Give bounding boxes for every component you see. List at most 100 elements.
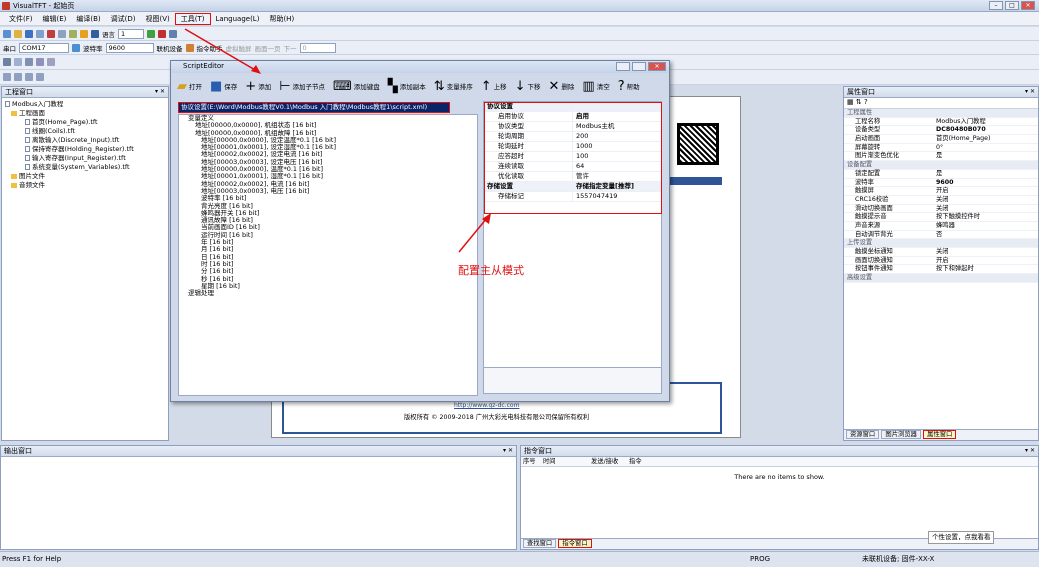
cut-icon[interactable]	[47, 29, 55, 38]
dialog-maximize-button[interactable]	[632, 62, 646, 71]
tree-item[interactable]: 首页(Home_Page).tft	[5, 118, 165, 127]
menu-tools[interactable]: 工具(T)	[174, 12, 211, 25]
property-row[interactable]: 触摸提示音 按下触摸控件时	[844, 213, 1038, 222]
menu-file[interactable]: 文件(F)	[4, 14, 38, 24]
property-row[interactable]: 声音来源 蜂鸣器	[844, 222, 1038, 231]
col-command[interactable]: 指令	[627, 457, 642, 466]
align-right-icon[interactable]	[25, 73, 33, 81]
align-center-icon[interactable]	[14, 73, 22, 81]
col-time[interactable]: 时间	[541, 457, 589, 466]
property-row[interactable]: 图片渐变色优化是	[844, 152, 1038, 162]
tab-properties[interactable]: 属性窗口	[923, 430, 957, 439]
open-button[interactable]: ▰ 打开	[174, 80, 205, 93]
copy-icon[interactable]	[58, 29, 66, 38]
tree-item[interactable]: Modbus入门教程	[5, 100, 165, 109]
property-row[interactable]: 触摸坐标通知 关闭	[844, 248, 1038, 257]
menu-build[interactable]: 编译(B)	[71, 14, 105, 24]
add-child-button[interactable]: ⊢ 添加子节点	[276, 80, 328, 93]
stop-icon[interactable]	[158, 29, 166, 38]
refresh-icon[interactable]	[72, 43, 80, 52]
pin-icon[interactable]: ▾ ✕	[155, 87, 165, 97]
pointer-icon[interactable]	[3, 58, 11, 66]
tree-node[interactable]: 逻辑处理	[182, 289, 477, 297]
tab-find[interactable]: 查找窗口	[523, 539, 557, 548]
tree-item[interactable]: 图片文件	[5, 172, 165, 181]
tree-item[interactable]: 音频文件	[5, 181, 165, 190]
script-path-node[interactable]: 协议设置(E:\Word\Modbus教程V0.1\Modbus 入门教程\Mo…	[178, 102, 450, 113]
paste-icon[interactable]	[69, 29, 77, 38]
tree-item[interactable]: 离散输入(Discrete_Input).tft	[5, 136, 165, 145]
pin-icon[interactable]: ▾ ✕	[1025, 446, 1035, 456]
tree-item[interactable]: 系统变量(System_Variables).tft	[5, 163, 165, 172]
language-select[interactable]: 1	[118, 28, 144, 39]
command-helper-button[interactable]: 指令助手	[197, 43, 223, 53]
property-row[interactable]: 高级设置	[844, 274, 1038, 283]
property-row[interactable]: 工程属性	[844, 109, 1038, 118]
align-top-icon[interactable]	[36, 73, 44, 81]
property-row[interactable]: 自动调节背光否	[844, 231, 1038, 240]
add-keyboard-button[interactable]: ⌨ 添加键盘	[330, 80, 383, 93]
help-button[interactable]: ? 帮助	[615, 80, 643, 93]
run-icon[interactable]	[147, 29, 155, 38]
tab-command[interactable]: 指令窗口	[558, 539, 592, 548]
dialog-close-button[interactable]: ✕	[648, 62, 666, 71]
col-index[interactable]: 序号	[521, 457, 541, 466]
property-row[interactable]: 设备配置	[844, 161, 1038, 170]
tree-item[interactable]: 保持寄存器(Holding_Register).tft	[5, 145, 165, 154]
minimize-button[interactable]: –	[989, 1, 1003, 10]
property-row[interactable]: 锁定配置是	[844, 170, 1038, 179]
pin-icon[interactable]: ▾ ✕	[1025, 87, 1035, 97]
tree-item[interactable]: 工程画面	[5, 109, 165, 118]
menu-language[interactable]: Language(L)	[211, 15, 265, 23]
add-copy-button[interactable]: ▚ 添加副本	[385, 80, 429, 93]
sort-az-icon[interactable]: ⇅	[856, 98, 862, 106]
menu-debug[interactable]: 调试(D)	[106, 14, 141, 24]
property-row[interactable]: 触摸屏 开启	[844, 187, 1038, 196]
property-row[interactable]: 上传设置	[844, 239, 1038, 248]
dialog-minimize-button[interactable]	[616, 62, 630, 71]
sort-variables-button[interactable]: ⇅ 变量排序	[431, 80, 476, 93]
category-view-icon[interactable]: ▦	[847, 98, 854, 106]
page-value-input[interactable]: 0	[299, 42, 336, 53]
new-icon[interactable]	[3, 29, 11, 38]
tab-image-browser[interactable]: 图片浏览器	[881, 430, 921, 439]
pin-icon[interactable]: ▾ ✕	[503, 446, 513, 456]
clear-button[interactable]: ▥ 清空	[579, 80, 612, 93]
property-row[interactable]: 滑动切换画面 关闭	[844, 205, 1038, 214]
prev-page-button[interactable]: 画面一页	[255, 43, 281, 53]
port-select[interactable]: COM17	[19, 42, 69, 53]
help-icon[interactable]: ?	[864, 98, 868, 106]
line-icon[interactable]	[14, 58, 22, 66]
property-row[interactable]: 启动画面 首页(Home_Page)	[844, 135, 1038, 144]
next-page-button[interactable]: 下一	[284, 43, 297, 53]
rect-icon[interactable]	[25, 58, 33, 66]
download-icon[interactable]	[169, 29, 177, 38]
maximize-button[interactable]: □	[1005, 1, 1019, 10]
move-up-button[interactable]: ↑ 上移	[478, 80, 510, 93]
move-down-button[interactable]: ↓ 下移	[512, 80, 544, 93]
tree-node[interactable]: 星期 [16 bit]	[182, 282, 477, 290]
lock-icon[interactable]	[80, 29, 88, 38]
open-icon[interactable]	[14, 29, 22, 38]
tree-item[interactable]: 线圈(Coils).tft	[5, 127, 165, 136]
property-row[interactable]: CRC16校验 关闭	[844, 196, 1038, 205]
circle-icon[interactable]	[36, 58, 44, 66]
property-row[interactable]: 设备类型 DC80480B070	[844, 126, 1038, 136]
tree-item[interactable]: 输入寄存器(Input_Register).tft	[5, 154, 165, 163]
close-button[interactable]: ✕	[1021, 1, 1035, 10]
text-icon[interactable]	[47, 58, 55, 66]
save-button[interactable]: ■ 保存	[207, 80, 240, 93]
property-row[interactable]: 波特率 9600	[844, 179, 1038, 188]
save-all-icon[interactable]	[36, 29, 44, 38]
save-icon[interactable]	[25, 29, 33, 38]
property-row[interactable]: 按钮事件通知 按下和弹起时	[844, 265, 1038, 275]
col-direction[interactable]: 发送/接收	[589, 457, 627, 466]
add-button[interactable]: + 添加	[242, 80, 274, 93]
compile-icon[interactable]	[91, 29, 99, 38]
delete-button[interactable]: ✕ 删除	[546, 80, 578, 93]
online-device-button[interactable]: 联机设备	[157, 43, 183, 53]
company-url[interactable]: http://www.gz-dc.com	[454, 402, 519, 409]
virtual-touch-button[interactable]: 虚拟触屏	[226, 43, 252, 53]
menu-view[interactable]: 视图(V)	[141, 14, 175, 24]
menu-edit[interactable]: 编辑(E)	[38, 14, 72, 24]
